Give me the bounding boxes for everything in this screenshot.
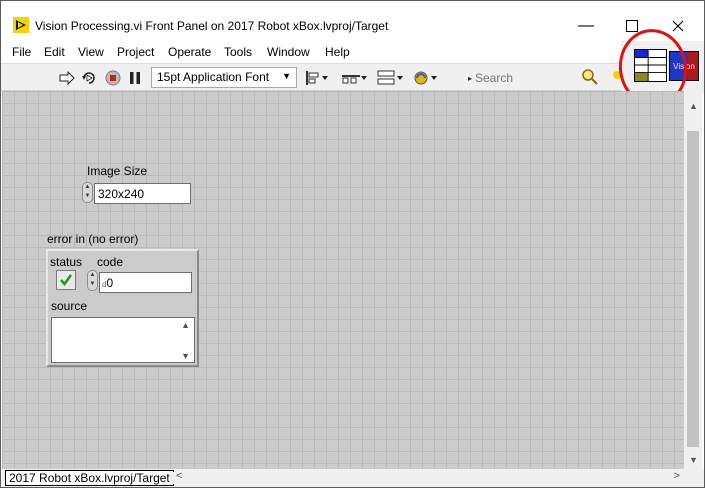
- vertical-scroll-thumb[interactable]: [687, 131, 699, 447]
- menu-file[interactable]: File: [12, 45, 31, 59]
- title-bar: Vision Processing.vi Front Panel on 2017…: [1, 1, 704, 41]
- scroll-down-icon[interactable]: ▼: [181, 351, 190, 361]
- toolbar: 15pt Application Font ▼ ▸: [1, 63, 621, 91]
- code-label: code: [97, 255, 124, 269]
- font-selector-value: 15pt Application Font: [157, 70, 270, 84]
- menu-bar: File Edit View Project Operate Tools Win…: [1, 41, 704, 63]
- code-spinner[interactable]: ▲ ▼: [87, 270, 98, 291]
- code-field[interactable]: d0: [99, 272, 192, 293]
- menu-window[interactable]: Window: [267, 45, 310, 59]
- image-size-field[interactable]: 320x240: [94, 183, 191, 204]
- resize-objects-icon: [377, 70, 403, 85]
- close-icon: [672, 20, 684, 32]
- vertical-scrollbar[interactable]: ▲ ▼: [684, 93, 702, 469]
- scroll-left-arrow-icon[interactable]: <: [176, 470, 182, 482]
- scroll-up-arrow-icon[interactable]: ▲: [689, 101, 698, 111]
- code-value: 0: [106, 276, 114, 290]
- pause-icon: [130, 72, 140, 84]
- menu-operate[interactable]: Operate: [168, 45, 211, 59]
- status-checkbox[interactable]: [56, 270, 76, 290]
- menu-help[interactable]: Help: [325, 45, 350, 59]
- reorder-button[interactable]: [413, 68, 439, 88]
- status-bar: 2017 Robot xBox.lvproj/Target < >: [2, 469, 704, 487]
- status-label: status: [50, 255, 83, 269]
- menu-view[interactable]: View: [78, 45, 104, 59]
- reorder-icon: [414, 71, 437, 85]
- image-size-spinner[interactable]: ▲ ▼: [82, 182, 93, 203]
- project-context-label[interactable]: 2017 Robot xBox.lvproj/Target: [5, 470, 174, 486]
- abort-icon: [105, 70, 121, 86]
- menu-tools[interactable]: Tools: [224, 45, 252, 59]
- image-size-label: Image Size: [87, 164, 148, 178]
- error-in-label: error in (no error): [47, 232, 139, 246]
- pause-button[interactable]: [126, 69, 144, 87]
- run-continuously-button[interactable]: [80, 69, 98, 87]
- run-continuously-icon: [82, 72, 95, 84]
- labview-app-icon: [13, 17, 29, 33]
- horizontal-scrollbar[interactable]: < >: [170, 470, 680, 484]
- window-title: Vision Processing.vi Front Panel on 2017…: [35, 19, 389, 33]
- scroll-up-icon[interactable]: ▲: [181, 320, 190, 330]
- distribute-objects-button[interactable]: [341, 68, 367, 88]
- checkmark-icon: [60, 274, 73, 287]
- minimize-icon: —: [578, 17, 594, 34]
- maximize-icon: [626, 20, 638, 32]
- chevron-down-icon: ▼: [282, 71, 291, 81]
- distribute-objects-icon: [342, 75, 367, 84]
- search-icon[interactable]: [581, 68, 599, 86]
- source-textbox[interactable]: ▲ ▼: [51, 317, 195, 363]
- minimize-button[interactable]: —: [571, 13, 601, 39]
- align-objects-button[interactable]: [305, 68, 329, 88]
- run-button[interactable]: [58, 69, 76, 87]
- resize-objects-button[interactable]: [377, 68, 403, 88]
- search-input[interactable]: [475, 69, 575, 87]
- scroll-down-arrow-icon[interactable]: ▼: [689, 455, 698, 465]
- font-selector[interactable]: 15pt Application Font ▼: [151, 67, 297, 88]
- menu-edit[interactable]: Edit: [44, 45, 65, 59]
- search-box[interactable]: [473, 68, 603, 88]
- labview-front-panel-window: Vision Processing.vi Front Panel on 2017…: [0, 0, 705, 488]
- menu-project[interactable]: Project: [117, 45, 154, 59]
- run-arrow-icon: [59, 71, 75, 85]
- scroll-right-arrow-icon[interactable]: >: [674, 470, 680, 482]
- source-label: source: [51, 299, 88, 313]
- align-objects-icon: [306, 71, 328, 85]
- abort-button[interactable]: [104, 69, 122, 87]
